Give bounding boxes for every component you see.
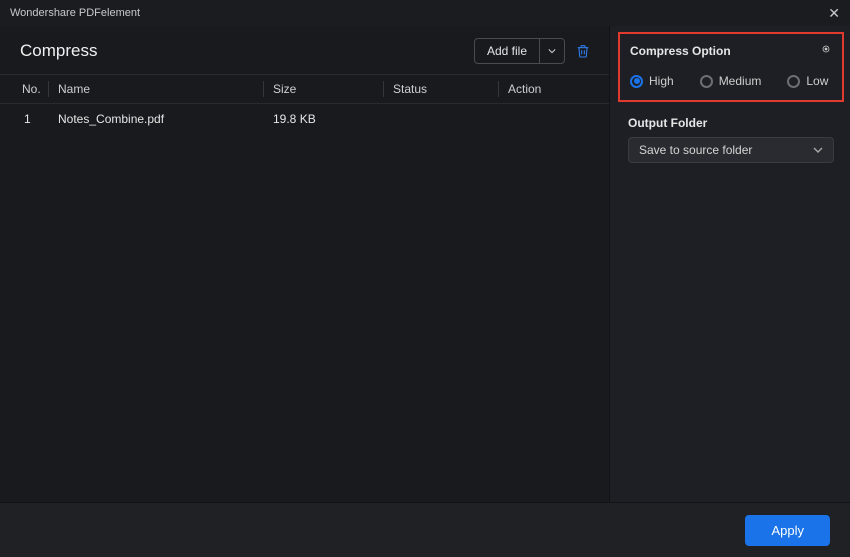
compress-option-box: Compress Option High Medium Low	[618, 32, 844, 102]
chevron-down-icon	[813, 145, 823, 155]
close-icon[interactable]: ✕	[828, 5, 840, 22]
radio-high-label: High	[649, 74, 674, 88]
table-header: No. Name Size Status Action	[0, 74, 609, 104]
table-row[interactable]: 1 Notes_Combine.pdf 19.8 KB	[0, 104, 609, 134]
cell-action	[498, 104, 609, 134]
apply-button[interactable]: Apply	[745, 515, 830, 546]
left-panel: Compress Add file No. Name Size Sta	[0, 26, 609, 502]
radio-circle-icon	[787, 75, 800, 88]
page-title: Compress	[20, 41, 97, 61]
chevron-down-icon	[548, 47, 556, 55]
col-action: Action	[498, 75, 609, 103]
radio-circle-icon	[700, 75, 713, 88]
footer: Apply	[0, 502, 850, 557]
right-panel: Compress Option High Medium Low	[609, 26, 850, 502]
col-name: Name	[48, 75, 263, 103]
radio-low[interactable]: Low	[787, 74, 828, 88]
radio-high[interactable]: High	[630, 74, 674, 88]
cell-name: Notes_Combine.pdf	[48, 104, 263, 134]
radio-medium-label: Medium	[719, 74, 762, 88]
output-folder-label: Output Folder	[628, 116, 834, 130]
titlebar: Wondershare PDFelement ✕	[0, 0, 850, 26]
gear-icon[interactable]	[820, 42, 832, 60]
radio-medium[interactable]: Medium	[700, 74, 762, 88]
output-folder-select[interactable]: Save to source folder	[628, 137, 834, 163]
col-status: Status	[383, 75, 498, 103]
col-size: Size	[263, 75, 383, 103]
radio-circle-icon	[630, 75, 643, 88]
add-file-dropdown[interactable]	[539, 39, 564, 63]
col-no: No.	[0, 75, 48, 103]
add-file-button[interactable]: Add file	[475, 39, 539, 63]
trash-icon[interactable]	[575, 43, 591, 59]
app-title: Wondershare PDFelement	[10, 7, 140, 19]
cell-no: 1	[0, 104, 48, 134]
cell-size: 19.8 KB	[263, 104, 383, 134]
output-folder-value: Save to source folder	[639, 143, 752, 157]
output-folder-section: Output Folder Save to source folder	[610, 108, 850, 163]
table-body: 1 Notes_Combine.pdf 19.8 KB	[0, 104, 609, 134]
compress-option-title: Compress Option	[630, 44, 731, 58]
add-file-group: Add file	[474, 38, 565, 64]
radio-low-label: Low	[806, 74, 828, 88]
cell-status	[383, 104, 498, 134]
